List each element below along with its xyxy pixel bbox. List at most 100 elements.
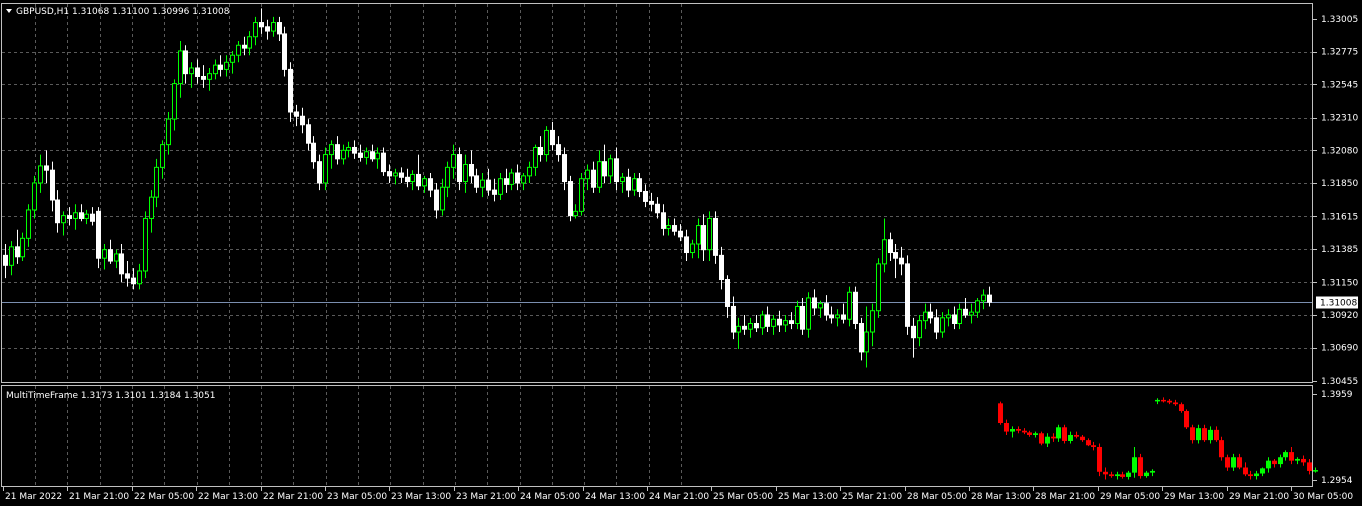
- indicator-body: [1219, 440, 1224, 458]
- candle-body: [73, 212, 78, 219]
- candle-body: [375, 152, 380, 160]
- candle-body: [707, 217, 712, 251]
- price-label: 1.30920: [1321, 311, 1358, 321]
- candle-body: [975, 300, 980, 313]
- indicator-body: [1022, 430, 1027, 433]
- candle-body: [789, 320, 794, 325]
- candle-body: [247, 36, 252, 49]
- candle-body: [125, 273, 130, 279]
- price-label: 1.30690: [1321, 344, 1358, 354]
- candle-body: [818, 303, 823, 309]
- indicator-body: [1010, 428, 1015, 432]
- price-label: 1.31850: [1321, 179, 1358, 189]
- candle-body: [90, 213, 95, 222]
- candle-body: [824, 303, 829, 316]
- candle-body: [96, 210, 101, 259]
- candle-body: [445, 166, 450, 188]
- indicator-grid: [35, 386, 682, 486]
- candle-body: [777, 318, 782, 326]
- candle-body: [259, 22, 264, 28]
- candle-body: [230, 54, 235, 63]
- candle-body: [957, 308, 962, 325]
- indicator-body: [1126, 472, 1131, 477]
- indicator-body: [1283, 452, 1288, 458]
- indicator-body: [1062, 427, 1067, 441]
- candle-body: [672, 225, 677, 232]
- indicator-body: [1086, 440, 1091, 446]
- candle-body: [591, 169, 596, 188]
- candle-body: [661, 212, 666, 229]
- indicator-body: [1144, 472, 1149, 477]
- candle-body: [713, 217, 718, 256]
- indicator-body: [1027, 432, 1032, 435]
- candle-body: [218, 64, 223, 70]
- candle-body: [486, 179, 491, 191]
- price-label: 1.32080: [1321, 146, 1358, 156]
- time-label: 28 Mar 13:00: [971, 492, 1031, 502]
- candle-body: [538, 146, 543, 156]
- candle-body: [422, 178, 427, 187]
- candle-body: [172, 83, 177, 120]
- candle-body: [288, 68, 293, 113]
- candle-body: [294, 111, 299, 117]
- indicator-body: [1109, 474, 1114, 477]
- candle-body: [236, 44, 241, 56]
- candle-body: [795, 305, 800, 325]
- candle-body: [242, 44, 247, 49]
- time-label: 30 Mar 05:00: [1293, 492, 1353, 502]
- symbol-info: GBPUSD,H1 1.31068 1.31100 1.30996 1.3100…: [16, 7, 230, 17]
- time-label: 28 Mar 21:00: [1035, 492, 1095, 502]
- candle: [876, 258, 881, 318]
- current-price-value: 1.31008: [1320, 299, 1357, 309]
- time-label: 25 Mar 21:00: [842, 492, 902, 502]
- indicator-body: [1004, 423, 1009, 432]
- indicator-body: [1115, 474, 1120, 477]
- candle-body: [573, 210, 578, 217]
- indicator-body: [1161, 399, 1166, 402]
- candle-body: [568, 181, 573, 217]
- candle-body: [131, 277, 136, 285]
- time-label: 21 Mar 21:00: [69, 492, 129, 502]
- candle-body: [271, 22, 276, 32]
- candle-body: [876, 263, 881, 312]
- indicator-body: [1254, 473, 1259, 477]
- candle-body: [987, 294, 992, 303]
- candle-body: [829, 314, 834, 319]
- candle-body: [847, 291, 852, 320]
- candle-body: [26, 209, 31, 239]
- candle-body: [282, 33, 287, 70]
- candle-body: [149, 196, 154, 219]
- indicator-body: [1091, 445, 1096, 447]
- candle-body: [15, 246, 20, 258]
- indicator-body: [1103, 471, 1108, 475]
- candle-body: [655, 203, 660, 214]
- chart-canvas[interactable]: GBPUSD,H1 1.31068 1.31100 1.30996 1.3100…: [0, 0, 1362, 506]
- candle-body: [55, 199, 60, 224]
- candle-body: [562, 154, 567, 183]
- indicator-body: [1051, 436, 1056, 439]
- candle-body: [649, 200, 654, 205]
- time-label: 24 Mar 13:00: [585, 492, 645, 502]
- indicator-body: [1202, 428, 1207, 441]
- candle-body: [346, 146, 351, 151]
- indicator-body: [1214, 429, 1219, 441]
- candle-body: [620, 176, 625, 183]
- candle-body: [893, 252, 898, 259]
- candle-body: [183, 50, 188, 75]
- candle-body: [602, 161, 607, 177]
- candle-body: [38, 165, 43, 184]
- candle-body: [341, 149, 346, 160]
- candle-body: [306, 124, 311, 144]
- candle-body: [637, 178, 642, 192]
- candle-body: [416, 173, 421, 187]
- candle-body: [311, 142, 316, 163]
- candle-body: [969, 311, 974, 316]
- candle-body: [265, 26, 270, 32]
- candle-body: [405, 176, 410, 183]
- candle-body: [119, 253, 124, 275]
- candle-body: [841, 314, 846, 320]
- indicator-candle: [1219, 436, 1224, 461]
- candle-body: [3, 254, 8, 266]
- candle-body: [765, 314, 770, 327]
- time-label: 28 Mar 05:00: [907, 492, 967, 502]
